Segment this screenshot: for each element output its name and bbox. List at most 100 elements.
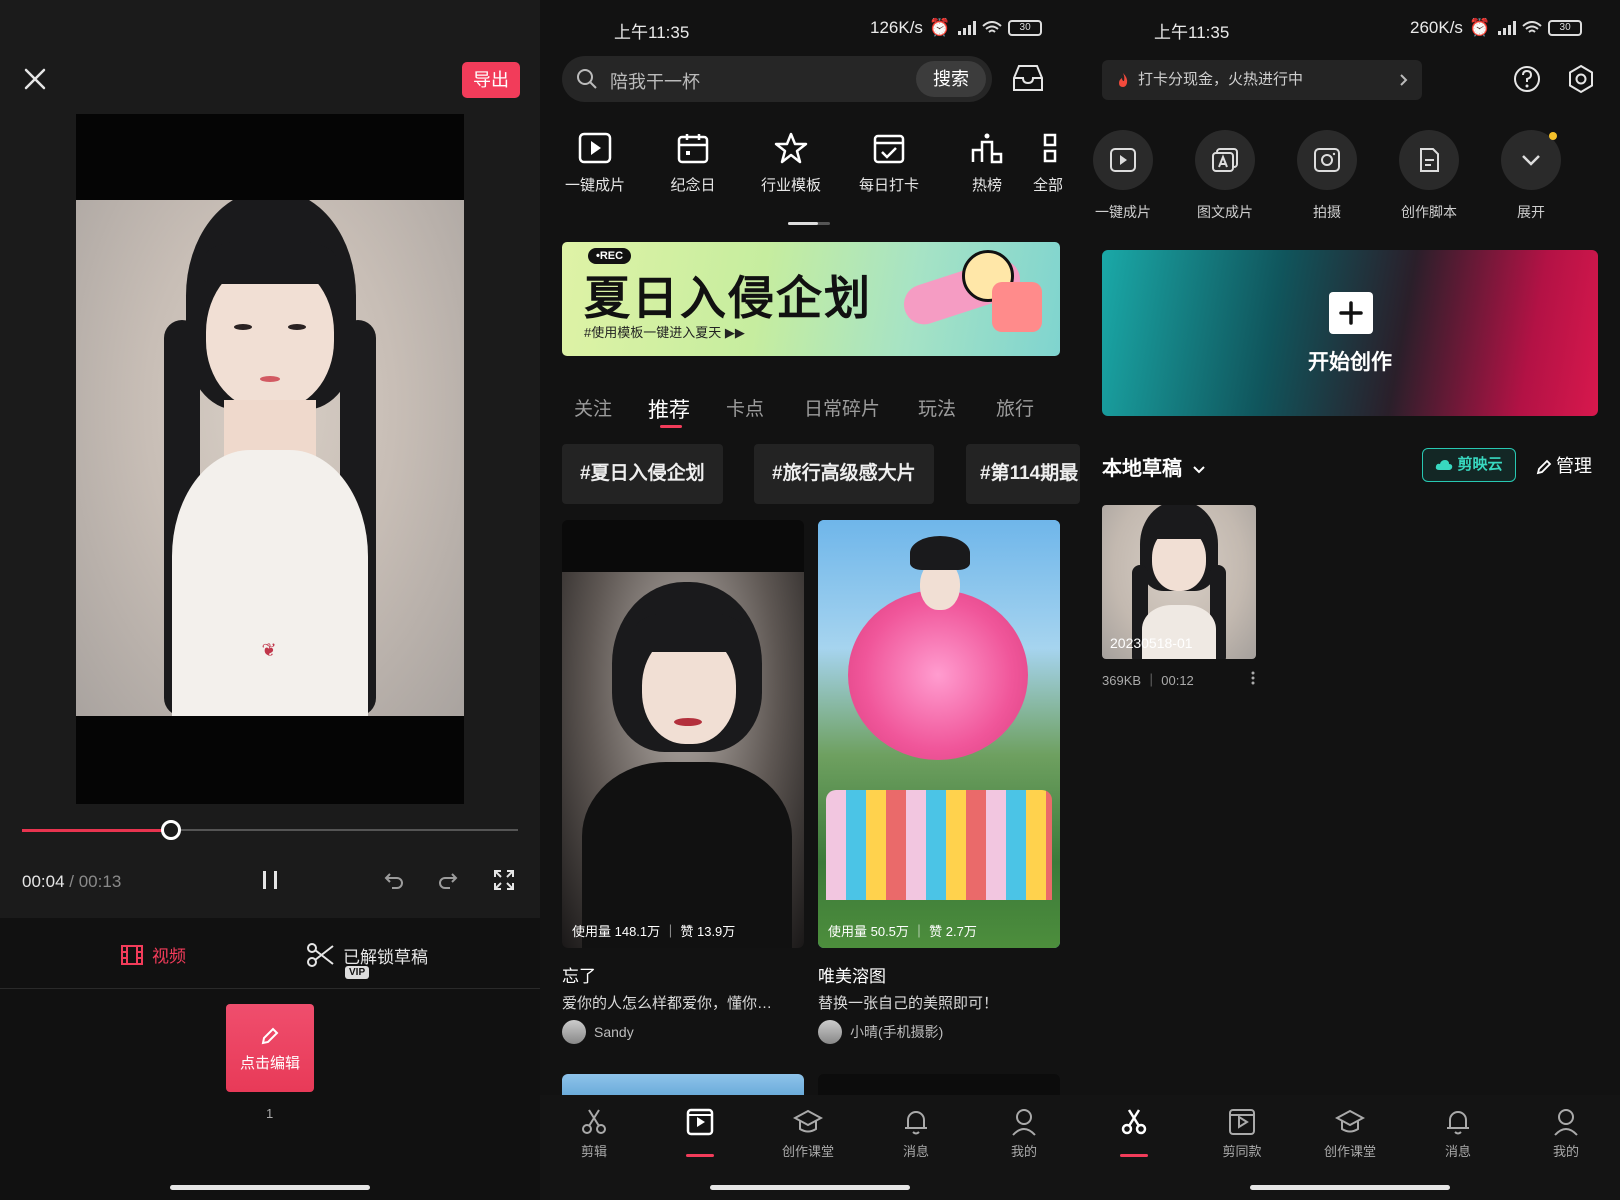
action-label: 创作脚本 xyxy=(1401,204,1457,220)
action-one-click[interactable]: 一键成片 xyxy=(1080,130,1168,222)
battery-icon: 30 xyxy=(1548,20,1583,36)
camera-icon xyxy=(1314,148,1340,172)
drafts-title-text: 本地草稿 xyxy=(1102,458,1182,480)
network-speed: 260K/s xyxy=(1410,18,1463,37)
card-author[interactable]: 小晴(手机摄影) xyxy=(818,1020,943,1044)
topic-chip[interactable]: #第114期最 xyxy=(966,444,1080,504)
nav-label: 消息 xyxy=(902,1144,929,1159)
playback-time: 00:04 / 00:13 xyxy=(22,872,121,892)
edit-tile-label: 点击编辑 xyxy=(239,1055,300,1072)
document-icon xyxy=(1420,148,1439,172)
cloud-label: 剪映云 xyxy=(1457,456,1503,473)
quick-anniversary[interactable]: 纪念日 xyxy=(648,132,738,195)
nav-course[interactable]: 创作课堂 xyxy=(1310,1107,1390,1160)
tab-travel[interactable]: 旅行 xyxy=(996,394,1034,421)
scroll-indicator xyxy=(788,222,830,225)
graduation-cap-icon xyxy=(1335,1109,1365,1133)
action-text-to-video[interactable]: 图文成片 xyxy=(1180,130,1270,222)
more-vertical-icon[interactable] xyxy=(1250,670,1256,686)
quick-daily-checkin[interactable]: 每日打卡 xyxy=(844,132,934,195)
pencil-icon xyxy=(1536,459,1552,475)
export-button[interactable]: 导出 xyxy=(462,62,520,98)
tab-beat[interactable]: 卡点 xyxy=(726,394,764,421)
action-script[interactable]: 创作脚本 xyxy=(1384,130,1474,222)
clip-edit-tile[interactable]: 点击编辑 xyxy=(226,1004,314,1092)
quick-industry-template[interactable]: 行业模板 xyxy=(746,132,836,195)
tab-video[interactable]: 视频 xyxy=(120,942,186,967)
card-author[interactable]: Sandy xyxy=(562,1020,634,1044)
wifi-icon xyxy=(1522,21,1542,33)
alarm-icon: ⏰ xyxy=(928,18,951,37)
action-expand[interactable]: 展开 xyxy=(1486,130,1576,222)
nav-label: 我的 xyxy=(1010,1144,1037,1159)
nav-course[interactable]: 创作课堂 xyxy=(768,1107,848,1160)
status-time: 上午11:35 xyxy=(614,23,690,42)
play-box-icon xyxy=(1110,148,1136,172)
start-create-button[interactable]: 开始创作 xyxy=(1102,250,1598,416)
video-preview[interactable]: ❦ xyxy=(76,114,464,804)
checkbox-calendar-icon xyxy=(873,134,905,164)
draft-thumbnail[interactable]: 20230518-01 xyxy=(1102,505,1256,659)
flame-icon xyxy=(1119,73,1128,87)
action-shoot[interactable]: 拍摄 xyxy=(1282,130,1372,222)
status-bar: 260K/s ⏰ 30 xyxy=(1410,18,1583,38)
card-title[interactable]: 忘了 xyxy=(562,962,596,987)
checkin-text: 打卡分现金，火热进行中 xyxy=(1138,71,1304,88)
local-drafts-title[interactable]: 本地草稿 xyxy=(1102,452,1206,481)
chevron-right-icon xyxy=(1400,74,1408,86)
nav-messages[interactable]: 消息 xyxy=(1418,1107,1498,1160)
star-icon xyxy=(774,132,808,164)
wifi-icon xyxy=(982,21,1002,33)
manage-label: 管理 xyxy=(1556,456,1592,476)
tab-play[interactable]: 玩法 xyxy=(918,394,956,421)
manage-button[interactable]: 管理 xyxy=(1536,452,1592,478)
timeline-progress xyxy=(22,829,171,832)
notification-dot xyxy=(1549,132,1557,140)
quick-label: 纪念日 xyxy=(670,177,716,194)
nav-templates[interactable] xyxy=(660,1107,740,1141)
redo-icon[interactable] xyxy=(436,868,460,892)
cloud-button[interactable]: 剪映云 xyxy=(1422,448,1516,482)
inbox-icon[interactable] xyxy=(1012,64,1044,92)
nav-edit[interactable] xyxy=(1094,1107,1174,1141)
undo-icon[interactable] xyxy=(382,868,406,892)
topic-chip[interactable]: #夏日入侵企划 xyxy=(562,444,723,504)
search-bar[interactable]: 陪我干一杯 搜索 xyxy=(562,56,992,102)
quick-all[interactable]: 全部 xyxy=(1018,132,1078,195)
fullscreen-icon[interactable] xyxy=(492,868,516,892)
promo-banner[interactable]: •REC 夏日入侵企划 #使用模板一键进入夏天 ▶▶ xyxy=(562,242,1060,356)
nav-profile[interactable]: 我的 xyxy=(984,1107,1064,1160)
topic-chip[interactable]: #旅行高级感大片 xyxy=(754,444,934,504)
nav-messages[interactable]: 消息 xyxy=(876,1107,956,1160)
status-time: 上午11:35 xyxy=(1154,23,1230,42)
card-description: 替换一张自己的美照即可！ xyxy=(818,995,999,1012)
tab-follow[interactable]: 关注 xyxy=(574,394,612,421)
nav-label: 剪辑 xyxy=(580,1144,607,1159)
draft-name: 20230518-01 xyxy=(1110,635,1193,651)
quick-one-click[interactable]: 一键成片 xyxy=(550,132,640,195)
search-button[interactable]: 搜索 xyxy=(916,61,986,97)
tab-daily[interactable]: 日常碎片 xyxy=(804,394,880,421)
template-card[interactable]: 使用量 50.5万 ｜ 赞 2.7万 xyxy=(818,520,1060,948)
chevron-down-icon xyxy=(1522,155,1540,166)
search-input[interactable]: 陪我干一杯 xyxy=(610,68,700,94)
draft-meta: 369KB ｜ 00:12 xyxy=(1102,673,1194,688)
chevron-down-icon xyxy=(1192,466,1205,474)
nav-edit[interactable]: 剪辑 xyxy=(554,1107,634,1160)
checkin-promo-bar[interactable]: 打卡分现金，火热进行中 xyxy=(1102,60,1422,100)
scissors-icon xyxy=(307,943,334,967)
card-title[interactable]: 唯美溶图 xyxy=(818,962,886,987)
calendar-icon xyxy=(677,134,709,164)
pencil-icon xyxy=(261,1027,279,1045)
action-label: 拍摄 xyxy=(1313,204,1341,220)
help-icon[interactable] xyxy=(1512,64,1542,94)
close-icon[interactable] xyxy=(24,68,46,90)
timeline-handle[interactable] xyxy=(160,820,181,840)
nav-templates[interactable]: 剪同款 xyxy=(1202,1107,1282,1160)
template-card[interactable]: 使用量 148.1万 ｜ 赞 13.9万 xyxy=(562,520,804,948)
quick-label: 一键成片 xyxy=(564,177,625,194)
nav-profile[interactable]: 我的 xyxy=(1526,1107,1606,1160)
tab-recommend[interactable]: 推荐 xyxy=(648,394,690,424)
pause-icon[interactable] xyxy=(258,868,282,892)
settings-icon[interactable] xyxy=(1566,64,1596,94)
